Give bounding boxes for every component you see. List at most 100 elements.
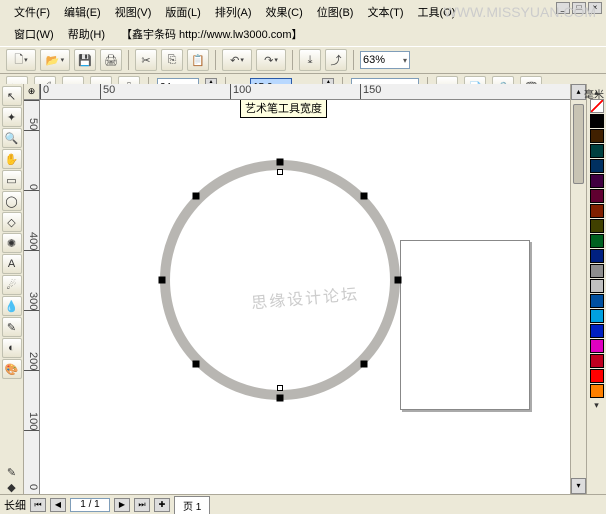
menu-bar-2: 窗口(W) 帮助(H) 【鑫宇条码 http://www.lw3000.com】… [0,24,606,46]
print-button[interactable]: 🖨 [100,49,122,71]
cut-button[interactable]: ✂ [135,49,157,71]
rectangle-tool[interactable]: ▭ [2,170,22,190]
first-page-button[interactable]: ⏮ [30,498,46,512]
color-swatch[interactable] [590,294,604,308]
color-swatch[interactable] [590,219,604,233]
menu-window[interactable]: 窗口(W) [8,24,60,44]
color-swatch[interactable] [590,129,604,143]
last-page-button[interactable]: ⏭ [134,498,150,512]
color-swatch[interactable] [590,174,604,188]
outline-tool[interactable]: ✎ [2,317,22,337]
import-icon: ⤓ [308,54,313,67]
close-button[interactable]: × [588,2,602,14]
horizontal-ruler[interactable]: 0 50 100 150 [40,84,570,100]
minimize-button[interactable]: _ [556,2,570,14]
color-swatch[interactable] [590,354,604,368]
fill-swatch[interactable]: ◆ [2,480,22,494]
menu-text[interactable]: 文本(T) [361,2,409,22]
menu-file[interactable]: 文件(F) [8,2,56,22]
vertical-scrollbar[interactable]: ▴ ▾ [570,84,586,494]
save-icon: 💾 [78,54,92,67]
hand-icon: ✋ [5,153,19,166]
ruler-unit: 毫米 [584,86,604,101]
pick-tool[interactable]: ↖ [2,86,22,106]
node-handle[interactable] [193,361,200,368]
menu-arrange[interactable]: 排列(A) [209,2,258,22]
node-handle[interactable] [277,159,284,166]
interactive-tool[interactable]: ☄ [2,275,22,295]
undo-button[interactable]: ↶ [222,49,252,71]
canvas[interactable]: 艺术笔工具宽度 思缘设计论坛 [40,100,570,494]
color-swatch[interactable] [590,264,604,278]
node-handle[interactable] [361,193,368,200]
color-swatch[interactable] [590,339,604,353]
node-handle[interactable] [193,193,200,200]
color-swatch[interactable] [590,279,604,293]
add-page-button[interactable]: ✚ [154,498,170,512]
separator [215,50,216,70]
new-button[interactable]: 🗋 [6,49,36,71]
menu-view[interactable]: 视图(V) [109,2,158,22]
vertical-ruler[interactable]: 50 0 400 300 200 100 0 [24,100,40,494]
color-swatch[interactable] [590,369,604,383]
scroll-down-button[interactable]: ▾ [571,478,586,494]
import-button[interactable]: ⤓ [299,49,321,71]
eyedropper-tool[interactable]: 💧 [2,296,22,316]
maximize-button[interactable]: □ [572,2,586,14]
color-swatch[interactable] [590,204,604,218]
shape-tool[interactable]: ✦ [2,107,22,127]
xinyu-link[interactable]: 【鑫宇条码 http://www.lw3000.com】 [121,26,303,42]
color-swatch[interactable] [590,114,604,128]
fill-tool[interactable]: ◐ [2,338,22,358]
freehand-tool[interactable]: ✋ [2,149,22,169]
zoom-dropdown[interactable]: 63% [360,51,410,69]
node-handle[interactable] [277,394,284,401]
color-swatch[interactable] [590,309,604,323]
node-handle[interactable] [394,277,401,284]
next-page-button[interactable]: ▶ [114,498,130,512]
color-swatch[interactable] [590,234,604,248]
color-swatch[interactable] [590,159,604,173]
no-color-swatch[interactable] [590,99,604,113]
text-tool[interactable]: A [2,254,22,274]
page-counter[interactable]: 1 / 1 [70,498,110,512]
page-tab[interactable]: 页 1 [174,496,210,514]
color-swatch[interactable] [590,249,604,263]
menu-layout[interactable]: 版面(L) [159,2,206,22]
polygon-tool[interactable]: ◇ [2,212,22,232]
color-swatch[interactable] [590,384,604,398]
scroll-thumb[interactable] [573,104,584,184]
menu-edit[interactable]: 编辑(E) [58,2,107,22]
menu-tools[interactable]: 工具(O) [412,2,462,22]
interactive-fill-tool[interactable]: 🎨 [2,359,22,379]
drop-icon: 🎨 [5,363,19,376]
separator [128,50,129,70]
prev-page-button[interactable]: ◀ [50,498,66,512]
paste-icon: 📋 [191,54,205,67]
selected-ring-object[interactable] [160,160,400,400]
color-swatch[interactable] [590,324,604,338]
ruler-origin[interactable]: ⊕ [24,84,40,100]
node-handle[interactable] [361,361,368,368]
ellipse-tool[interactable]: ◯ [2,191,22,211]
copy-button[interactable]: ⎘ [161,49,183,71]
export-button[interactable]: ⤴ [325,49,347,71]
palette-down[interactable]: ▾ [594,400,599,411]
spiral-tool[interactable]: ✺ [2,233,22,253]
color-swatch[interactable] [590,144,604,158]
selection-handle[interactable] [277,169,283,175]
new-icon: 🗋 [14,51,23,70]
color-swatch[interactable] [590,189,604,203]
node-handle[interactable] [159,277,166,284]
menu-bitmap[interactable]: 位图(B) [311,2,360,22]
menu-help[interactable]: 帮助(H) [62,24,111,44]
save-button[interactable]: 💾 [74,49,96,71]
open-button[interactable]: 📂 [40,49,70,71]
menu-effects[interactable]: 效果(C) [260,2,309,22]
redo-button[interactable]: ↷ [256,49,286,71]
zoom-tool[interactable]: 🔍 [2,128,22,148]
selection-handle[interactable] [277,385,283,391]
status-bar: 长细 ⏮ ◀ 1 / 1 ▶ ⏭ ✚ 页 1 [0,494,606,514]
outline-swatch[interactable]: ✎ [2,465,22,479]
paste-button[interactable]: 📋 [187,49,209,71]
